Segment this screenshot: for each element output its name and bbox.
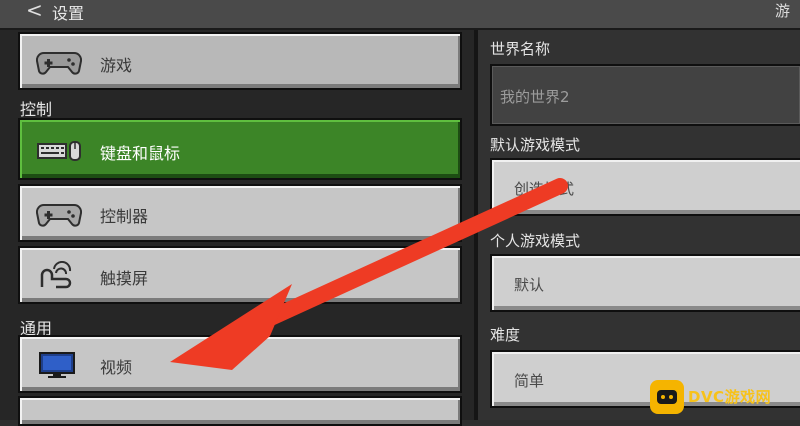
sidebar-item-video[interactable]: 视频 — [18, 335, 462, 393]
gamepad-logo-icon — [650, 380, 684, 414]
sidebar-item-label: 控制器 — [100, 207, 149, 226]
difficulty-label: 难度 — [490, 326, 521, 344]
sidebar-item-game[interactable]: 游戏 — [18, 32, 462, 90]
world-name-value: 我的世界2 — [500, 88, 570, 106]
monitor-icon — [39, 352, 75, 378]
world-name-input[interactable]: 我的世界2 — [490, 64, 800, 126]
difficulty-value: 简单 — [514, 372, 545, 390]
default-game-mode-value: 创造模式 — [514, 180, 575, 198]
sidebar-item-next[interactable] — [18, 396, 462, 426]
keyboard-mouse-icon — [37, 141, 81, 161]
section-controls-label: 控制 — [20, 100, 53, 119]
sidebar-item-label: 视频 — [100, 358, 133, 377]
sidebar-item-keyboard-mouse[interactable]: 键盘和鼠标 — [18, 118, 462, 180]
top-right-label: 游 — [774, 2, 790, 20]
world-name-label: 世界名称 — [490, 40, 551, 58]
touch-icon — [40, 261, 72, 289]
gamepad-icon — [36, 203, 82, 227]
sidebar-item-label: 游戏 — [100, 56, 133, 75]
default-game-mode-label: 默认游戏模式 — [490, 136, 581, 154]
watermark-logo: DVC游戏网 — [650, 376, 800, 420]
personal-game-mode-label: 个人游戏模式 — [490, 232, 581, 250]
top-bar: < 设置 游 — [0, 0, 800, 30]
sidebar-item-label: 触摸屏 — [100, 269, 149, 288]
sidebar-item-label: 键盘和鼠标 — [100, 144, 181, 163]
watermark-text: DVC游戏网 — [688, 388, 772, 406]
sidebar-item-controller[interactable]: 控制器 — [18, 184, 462, 242]
back-arrow-icon[interactable]: < — [26, 0, 43, 22]
gamepad-icon — [36, 51, 82, 75]
page-title: 设置 — [52, 4, 85, 23]
default-game-mode-dropdown[interactable]: 创造模式 — [490, 158, 800, 216]
personal-game-mode-dropdown[interactable]: 默认 — [490, 254, 800, 312]
personal-game-mode-value: 默认 — [514, 276, 545, 294]
sidebar-item-touchscreen[interactable]: 触摸屏 — [18, 246, 462, 304]
